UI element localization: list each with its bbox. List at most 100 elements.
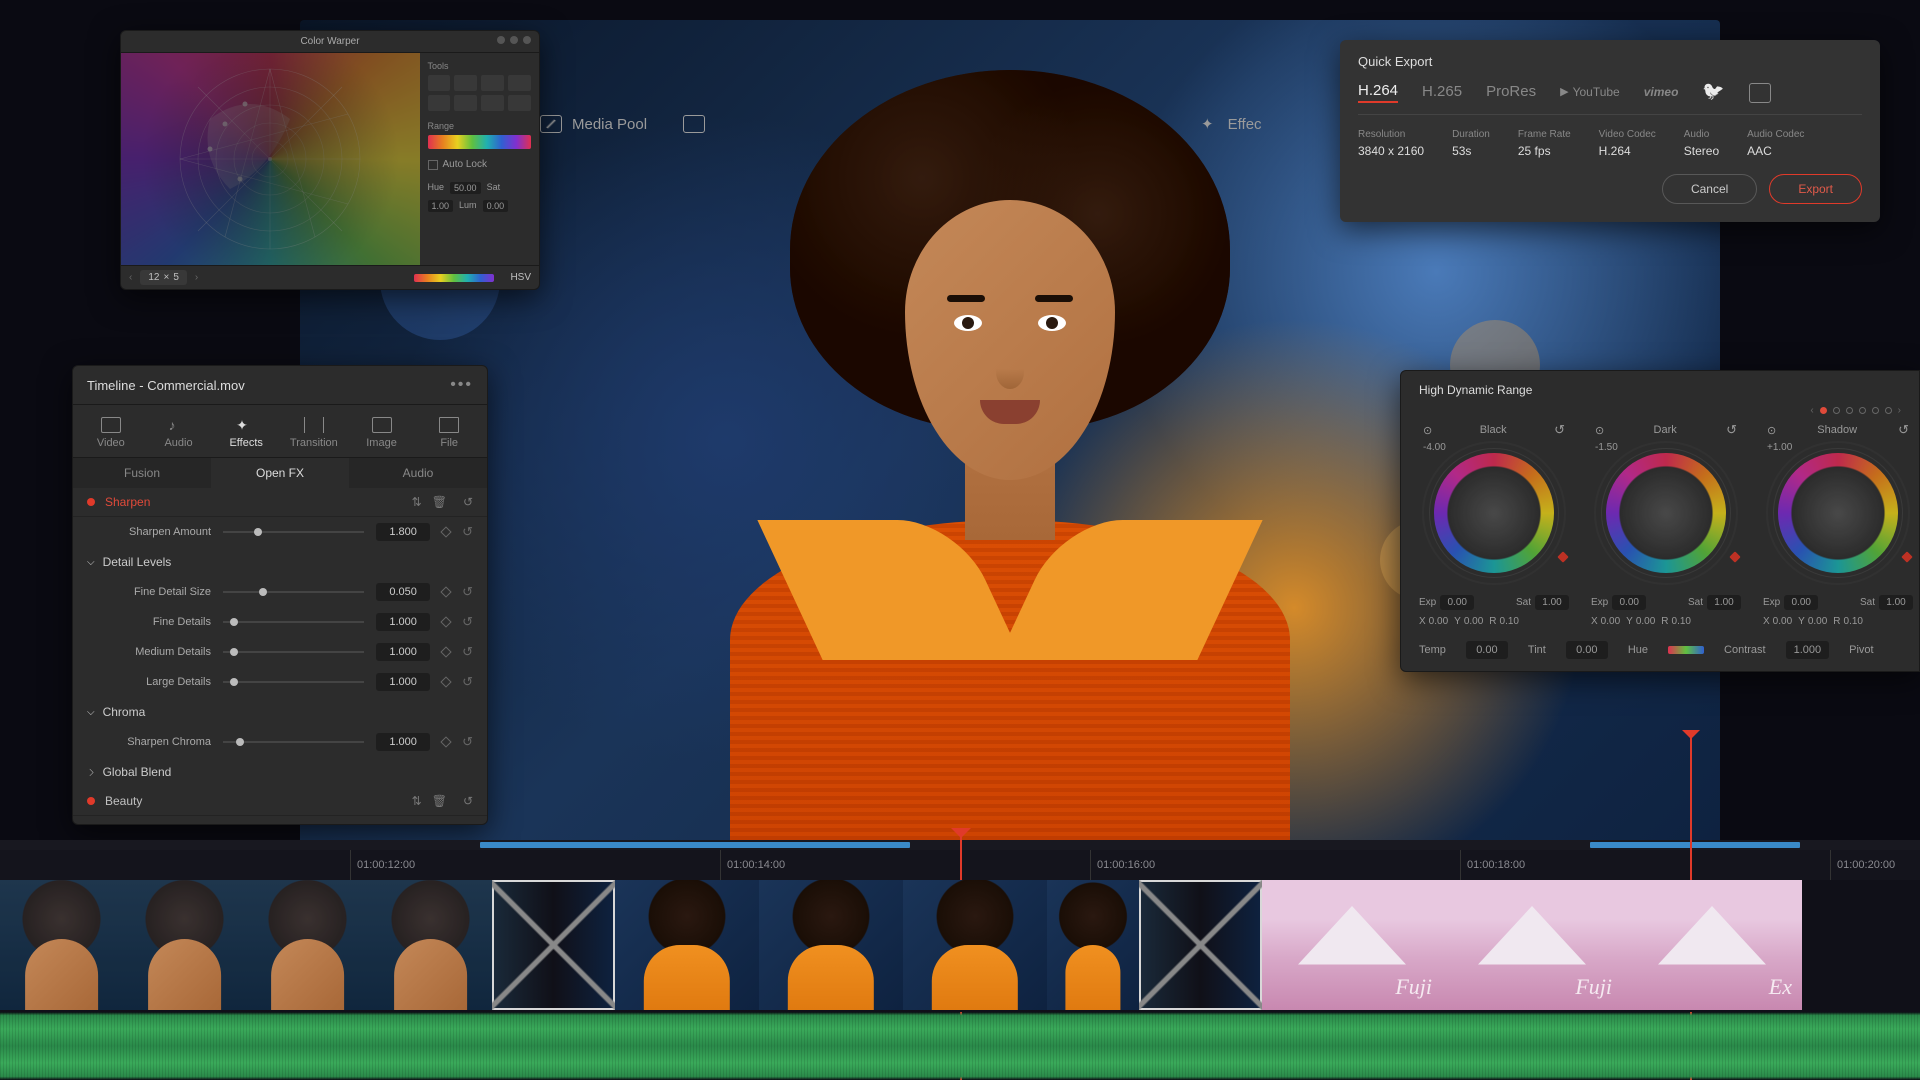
x-value[interactable]: 0.00 [1773, 616, 1792, 627]
value-input[interactable]: 1.000 [376, 673, 430, 691]
reset-icon[interactable]: ↺ [462, 614, 473, 630]
value-input[interactable]: 0.050 [376, 583, 430, 601]
exp-value[interactable]: 0.00 [1784, 595, 1818, 610]
section-detail-levels[interactable]: Detail Levels [73, 547, 487, 577]
close-button[interactable] [523, 36, 531, 44]
cancel-button[interactable]: Cancel [1662, 174, 1757, 204]
preset-h264[interactable]: H.264 [1358, 82, 1398, 103]
slider[interactable] [223, 591, 364, 593]
y-value[interactable]: 0.00 [1464, 616, 1483, 627]
slider[interactable] [223, 531, 364, 533]
preset-twitter[interactable] [1702, 81, 1724, 104]
lum-value[interactable]: 0.00 [483, 200, 509, 212]
tab-effects[interactable]: Effects [212, 413, 280, 457]
x-value[interactable]: 0.00 [1601, 616, 1620, 627]
hue-value[interactable]: 50.00 [450, 182, 481, 194]
nav-dot[interactable] [1820, 407, 1827, 414]
enable-dot[interactable] [87, 797, 95, 805]
effects-toggle[interactable]: Effec [1201, 115, 1262, 133]
tab-video[interactable]: Video [77, 413, 145, 457]
clip-thumb[interactable]: Fuji [1442, 880, 1622, 1010]
value-input[interactable]: 1.000 [376, 733, 430, 751]
reset-icon[interactable]: ↺ [462, 524, 473, 540]
effect-row-sharpen[interactable]: Sharpen ⇅🗑↺ [73, 488, 487, 517]
preset-prores[interactable]: ProRes [1486, 83, 1536, 102]
preset-h265[interactable]: H.265 [1422, 83, 1462, 102]
sat-value[interactable]: 1.00 [428, 200, 454, 212]
nav-dot[interactable] [1833, 407, 1840, 414]
nav-dot[interactable] [1859, 407, 1866, 414]
keyframe-icon[interactable] [440, 616, 451, 627]
warper-tool[interactable] [428, 95, 451, 111]
value-input[interactable]: 1.800 [376, 523, 430, 541]
slider[interactable] [223, 651, 364, 653]
reset-icon[interactable]: ↺ [1726, 422, 1737, 438]
color-warper-plot[interactable] [121, 53, 420, 265]
enable-dot[interactable] [87, 498, 95, 506]
grid-size-select[interactable]: 12×5 [140, 270, 187, 285]
reset-icon[interactable]: ↺ [462, 584, 473, 600]
maximize-button[interactable] [510, 36, 518, 44]
clip-thumb[interactable]: Fuji [1262, 880, 1442, 1010]
preset-dropbox[interactable] [1749, 83, 1771, 103]
video-track[interactable]: Fuji Fuji Ex [0, 880, 1920, 1012]
exp-value[interactable]: 0.00 [1612, 595, 1646, 610]
r-value[interactable]: 0.10 [1500, 616, 1519, 627]
tab-image[interactable]: Image [348, 413, 416, 457]
clip-thumb[interactable] [123, 880, 246, 1010]
subtab-audio[interactable]: Audio [349, 458, 487, 488]
r-value[interactable]: 0.10 [1844, 616, 1863, 627]
keyframe-icon[interactable] [440, 526, 451, 537]
hue-bar[interactable] [1668, 646, 1704, 654]
subtab-fusion[interactable]: Fusion [73, 458, 211, 488]
clip-thumb[interactable] [615, 880, 759, 1010]
clip-segment[interactable] [480, 842, 910, 848]
exp-value[interactable]: 0.00 [1440, 595, 1474, 610]
section-chroma[interactable]: Chroma [73, 697, 487, 727]
keyframe-icon[interactable] [440, 736, 451, 747]
warper-tool[interactable] [454, 95, 477, 111]
audio-track[interactable] [0, 1012, 1920, 1080]
clip-thumb[interactable] [0, 880, 123, 1010]
clip-thumb[interactable] [246, 880, 369, 1010]
clip-thumb[interactable] [369, 880, 492, 1010]
reset-icon[interactable]: ↺ [463, 495, 473, 509]
auto-lock-checkbox[interactable]: Auto Lock [428, 159, 531, 170]
warper-tool[interactable] [454, 75, 477, 91]
clip-thumb[interactable] [903, 880, 1047, 1010]
subtab-openfx[interactable]: Open FX [211, 458, 349, 488]
y-value[interactable]: 0.00 [1636, 616, 1655, 627]
section-global-blend[interactable]: Global Blend [73, 757, 487, 787]
panel-menu-icon[interactable]: ••• [450, 376, 473, 394]
reorder-icon[interactable]: ⇅ [412, 794, 422, 808]
preset-youtube[interactable]: YouTube [1560, 85, 1620, 101]
color-wheel[interactable] [1434, 453, 1554, 573]
timeline-ruler[interactable]: 01:00:12:00 01:00:14:00 01:00:16:00 01:0… [0, 850, 1920, 880]
x-value[interactable]: 0.00 [1429, 616, 1448, 627]
panel-titlebar[interactable]: Color Warper [121, 31, 539, 53]
tab-audio[interactable]: Audio [145, 413, 213, 457]
tab-file[interactable]: File [415, 413, 483, 457]
expand-icon[interactable]: ⊙ [1595, 424, 1604, 437]
warper-tool[interactable] [508, 95, 531, 111]
value-input[interactable]: 1.000 [376, 643, 430, 661]
chevron-left-icon[interactable]: ‹ [1810, 405, 1813, 416]
nav-dot[interactable] [1885, 407, 1892, 414]
transition-thumb[interactable] [1139, 880, 1262, 1010]
contrast-value[interactable]: 1.000 [1786, 641, 1830, 659]
keyframe-icon[interactable] [440, 676, 451, 687]
color-wheel[interactable] [1778, 453, 1898, 573]
reset-icon[interactable]: ↺ [1554, 422, 1565, 438]
effect-row-beauty[interactable]: Beauty ⇅🗑↺ [73, 787, 487, 816]
reorder-icon[interactable]: ⇅ [412, 495, 422, 509]
reset-icon[interactable]: ↺ [463, 794, 473, 808]
nav-dot[interactable] [1846, 407, 1853, 414]
value-input[interactable]: 1.000 [376, 613, 430, 631]
reset-icon[interactable]: ↺ [462, 734, 473, 750]
reset-icon[interactable]: ↺ [462, 644, 473, 660]
preset-vimeo[interactable]: vimeo [1644, 85, 1679, 101]
sat-value[interactable]: 1.00 [1535, 595, 1569, 610]
clip-thumb[interactable] [1047, 880, 1139, 1010]
slider[interactable] [223, 681, 364, 683]
temp-value[interactable]: 0.00 [1466, 641, 1508, 659]
